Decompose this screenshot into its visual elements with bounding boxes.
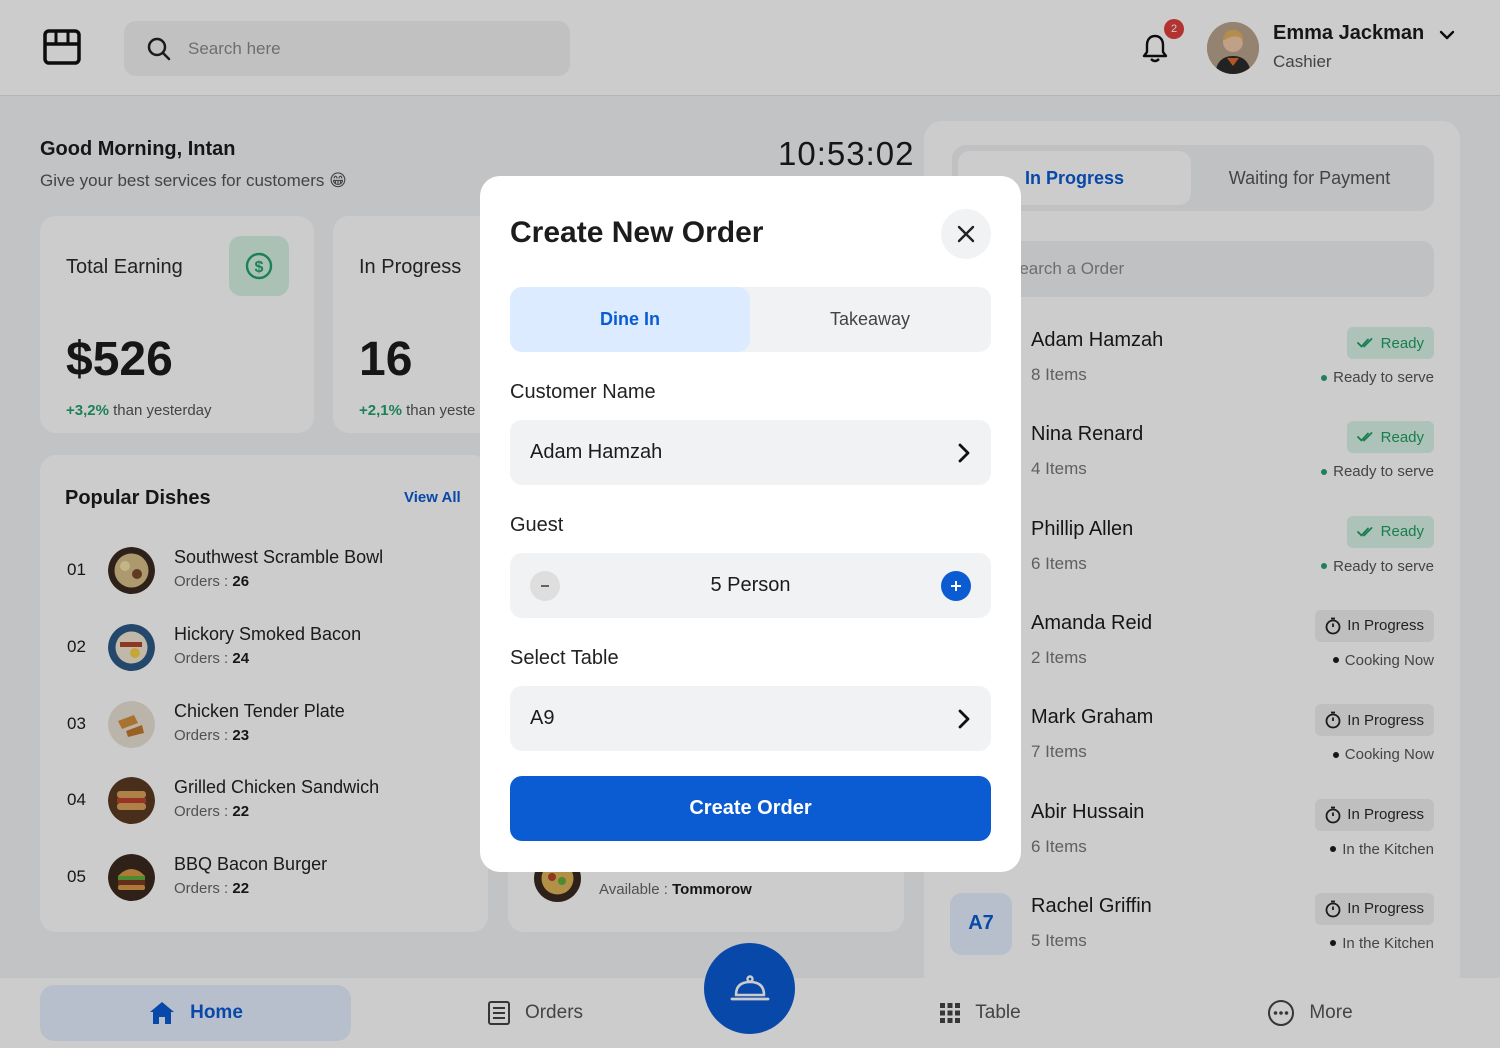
order-type-toggle: Dine In Takeaway (510, 287, 991, 352)
chevron-right-icon (958, 443, 970, 462)
table-value: A9 (530, 707, 555, 729)
dine-in-option[interactable]: Dine In (510, 287, 750, 352)
plus-icon (951, 580, 961, 591)
create-order-button[interactable]: Create Order (510, 776, 991, 841)
decrement-button[interactable] (530, 570, 560, 601)
increment-button[interactable] (941, 570, 971, 601)
select-table-label: Select Table (510, 647, 619, 669)
close-icon (957, 225, 975, 243)
takeaway-option[interactable]: Takeaway (750, 287, 990, 352)
guest-count: 5 Person (710, 574, 791, 596)
guest-stepper: 5 Person (510, 553, 991, 618)
chevron-right-icon (958, 709, 970, 728)
customer-name-field[interactable]: Adam Hamzah (510, 420, 991, 485)
close-button[interactable] (941, 209, 991, 259)
customer-name-value: Adam Hamzah (530, 441, 663, 463)
minus-icon (541, 584, 549, 587)
table-select[interactable]: A9 (510, 686, 991, 751)
customer-name-label: Customer Name (510, 381, 656, 403)
modal-title: Create New Order (510, 216, 764, 249)
guest-label: Guest (510, 514, 564, 536)
create-order-modal: Create New Order Dine In Takeaway Custom… (480, 176, 1021, 872)
